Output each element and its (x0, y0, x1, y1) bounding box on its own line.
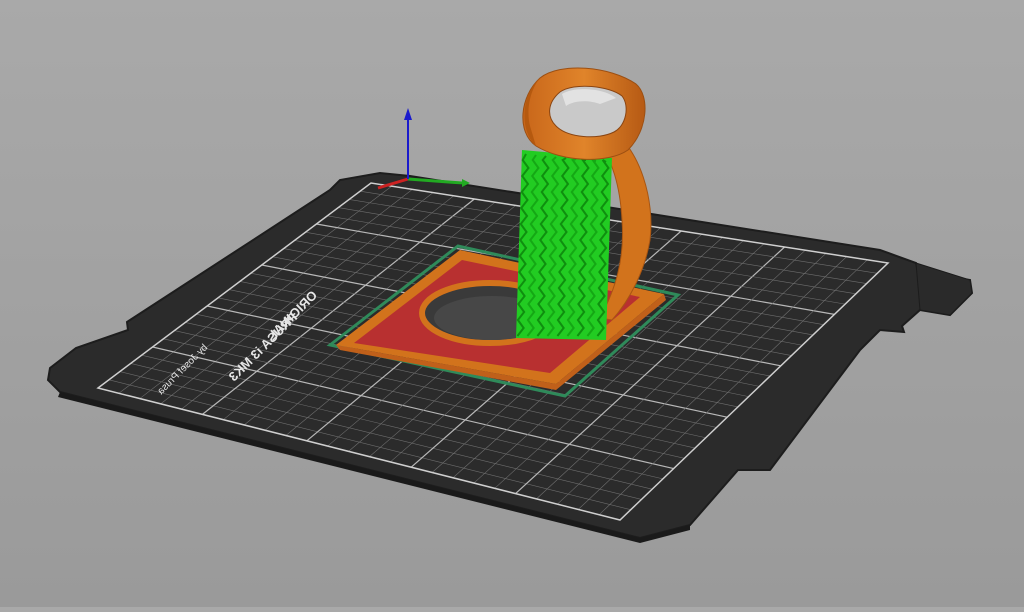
axis-z-arrow (404, 108, 412, 120)
watch-ring (522, 67, 646, 160)
support-material (516, 150, 612, 340)
3d-preview-viewport[interactable]: ORIGINAL PRUSA i3 MK3 by Josef Prusa (0, 0, 1024, 607)
scene-canvas[interactable]: ORIGINAL PRUSA i3 MK3 by Josef Prusa (0, 0, 1024, 607)
bed-tab (915, 262, 973, 316)
